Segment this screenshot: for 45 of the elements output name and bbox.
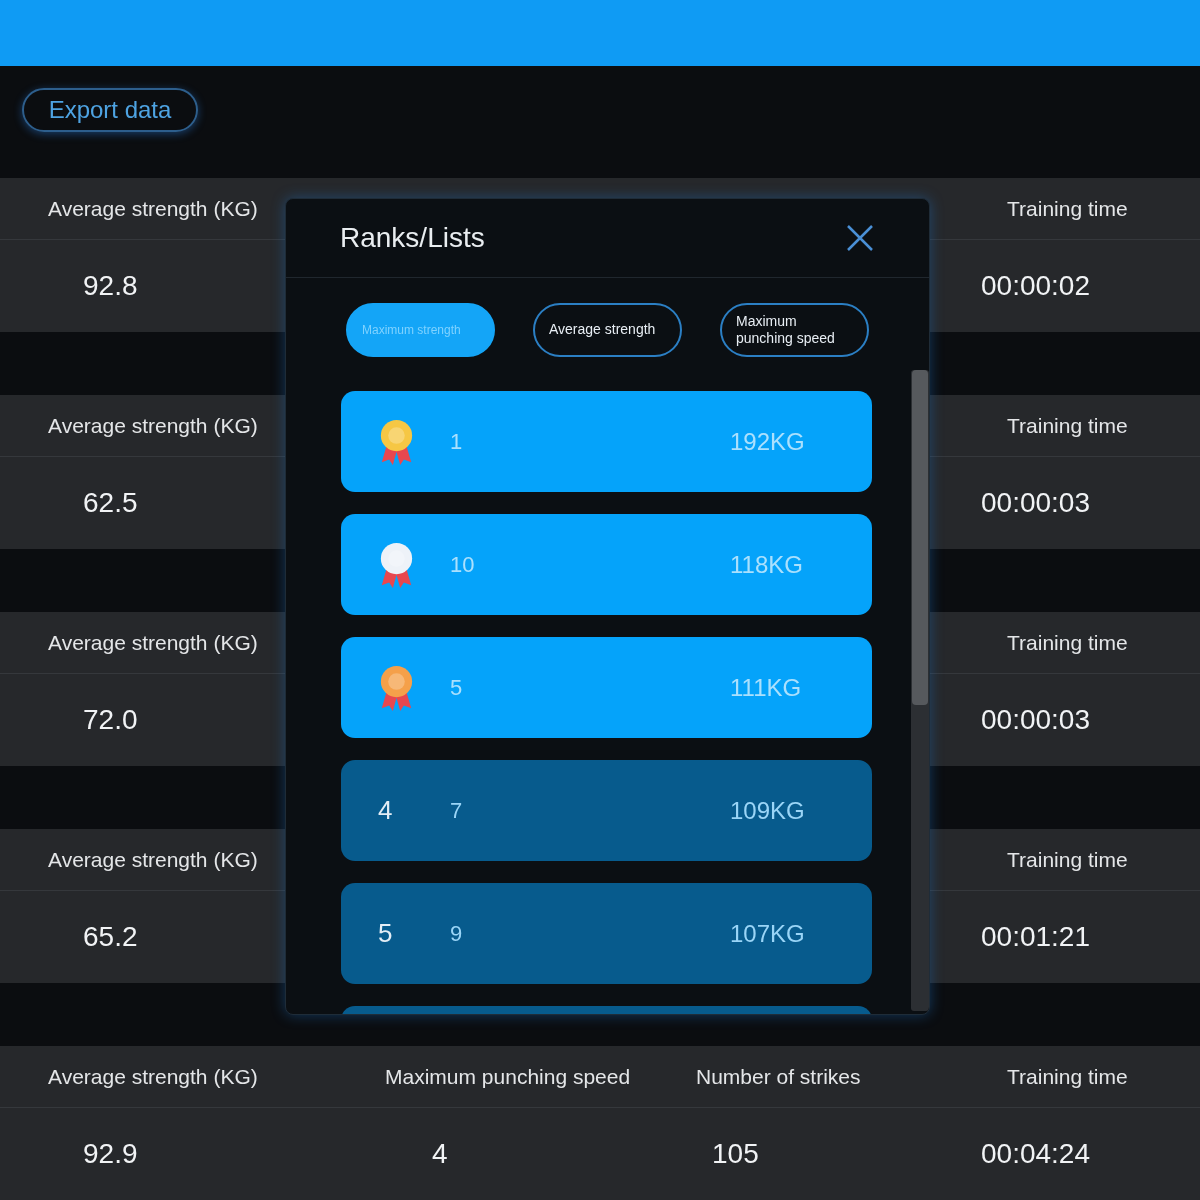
record-value: 00:00:03 — [981, 704, 1090, 735]
rank-number: 4 — [378, 794, 393, 827]
ranking-tab[interactable]: Maximum punching speed — [720, 303, 869, 357]
column-label: Average strength (KG) — [48, 413, 258, 437]
column-label: Training time — [1007, 1064, 1128, 1088]
column-label: Average strength (KG) — [48, 196, 258, 220]
close-button[interactable] — [847, 225, 873, 251]
column-label: Average strength (KG) — [48, 630, 258, 654]
record-value: 65.2 — [83, 921, 138, 952]
player-number: 1 — [450, 429, 463, 454]
record-value: 4 — [432, 1138, 448, 1169]
strength-value: 107KG — [730, 919, 805, 947]
column-label: Training time — [1007, 847, 1128, 871]
column-label: Training time — [1007, 196, 1128, 220]
record-value: 00:00:03 — [981, 487, 1090, 518]
player-number: 7 — [450, 798, 463, 823]
column-label: Training time — [1007, 413, 1128, 437]
export-data-button[interactable]: Export data — [22, 88, 198, 132]
column-label: Number of strikes — [696, 1064, 861, 1088]
strength-value: 111KG — [730, 673, 802, 701]
record-value: 00:00:02 — [981, 270, 1090, 301]
record-value: 92.8 — [83, 270, 138, 301]
strength-value: 118KG — [730, 550, 803, 578]
record-value: 105 — [712, 1138, 759, 1169]
strength-value: 109KG — [730, 796, 805, 824]
rank-number: 5 — [378, 917, 393, 950]
ranking-row[interactable]: 4 7 109KG — [341, 760, 872, 861]
record-value: 00:04:24 — [981, 1138, 1090, 1169]
column-label: Average strength (KG) — [48, 847, 258, 871]
player-number: 10 — [450, 552, 475, 577]
dialog-title: Ranks/Lists — [340, 221, 485, 255]
record-value: 00:01:21 — [981, 921, 1090, 952]
ranking-tab[interactable]: Average strength — [533, 303, 682, 357]
ranking-row[interactable]: 5 9 107KG — [341, 883, 872, 984]
player-number: 9 — [450, 921, 463, 946]
scrollbar-thumb[interactable] — [912, 370, 928, 705]
column-label: Training time — [1007, 630, 1128, 654]
strength-value: 192KG — [730, 427, 805, 455]
column-label: Maximum punching speed — [385, 1064, 631, 1088]
record-value: 72.0 — [83, 704, 138, 735]
record-value: 92.9 — [83, 1138, 138, 1169]
close-icon — [847, 225, 873, 251]
record-value: 62.5 — [83, 487, 138, 518]
player-number: 5 — [450, 675, 463, 700]
column-label: Average strength (KG) — [48, 1064, 258, 1088]
